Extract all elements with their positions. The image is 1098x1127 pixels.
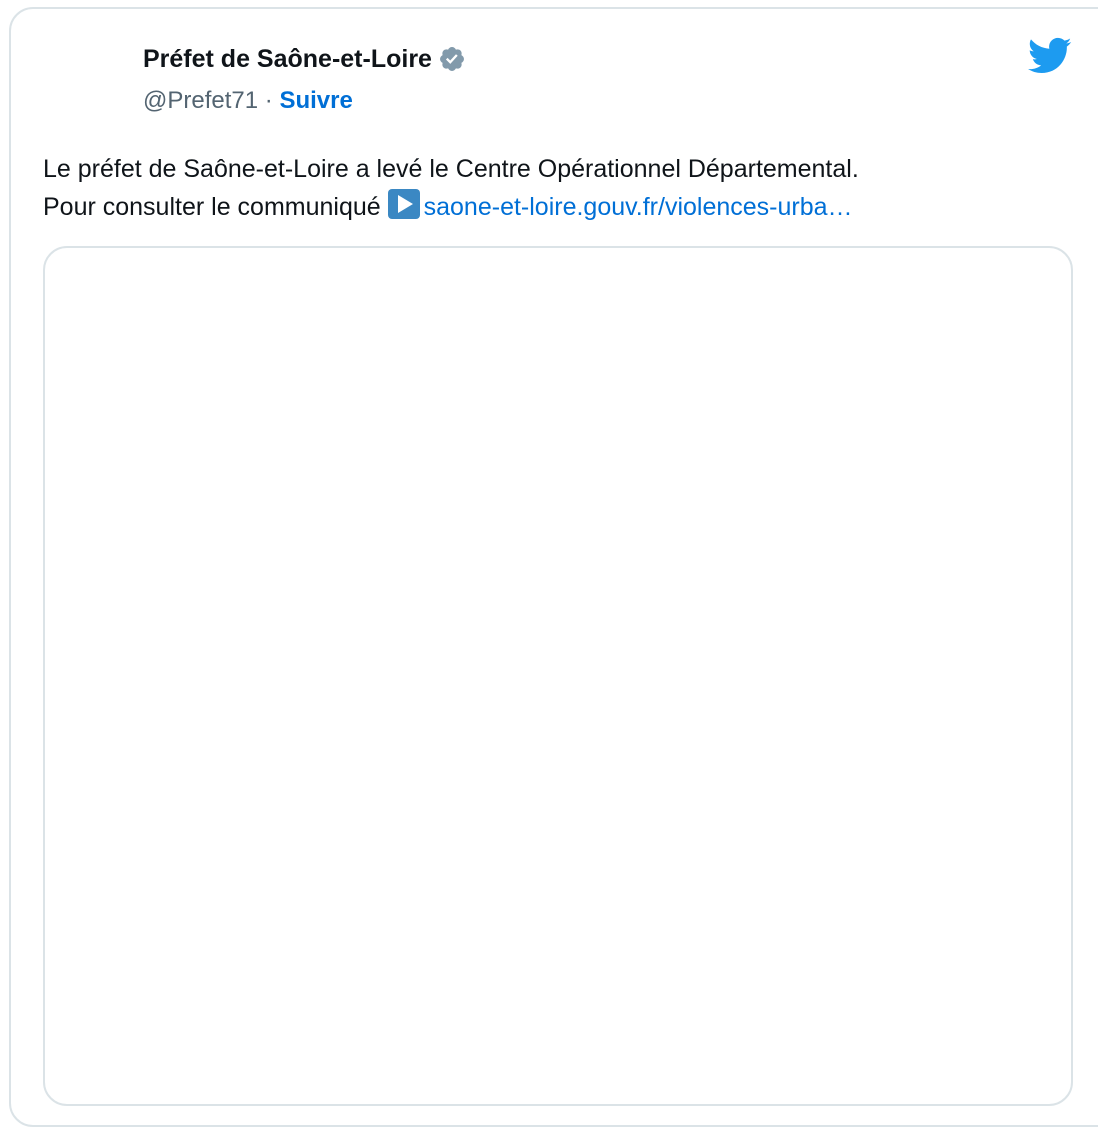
- author-name[interactable]: Préfet de Saône-et-Loire: [143, 42, 432, 76]
- tweet-link[interactable]: saone-et-loire.gouv.fr/violences-urba…: [424, 193, 853, 221]
- author-handle[interactable]: @Prefet71: [143, 87, 258, 114]
- handle-row: @Prefet71 · Suivre: [143, 84, 353, 118]
- tweet-text: Le préfet de Saône-et-Loire a levé le Ce…: [43, 150, 1073, 226]
- play-button-emoji-icon: [387, 189, 420, 219]
- follow-button[interactable]: Suivre: [279, 87, 352, 114]
- media-card[interactable]: [43, 246, 1073, 1106]
- tweet-text-line-1: Le préfet de Saône-et-Loire a levé le Ce…: [43, 155, 859, 183]
- tweet-text-line-2: Pour consulter le communiqué saone-et-lo…: [43, 188, 1073, 226]
- author-name-row: Préfet de Saône-et-Loire: [143, 42, 466, 76]
- separator-dot: ·: [264, 87, 273, 114]
- verified-badge-icon: [439, 47, 464, 71]
- twitter-bird-icon[interactable]: [1028, 37, 1072, 75]
- tweet-text-prefix: Pour consulter le communiqué: [43, 193, 381, 221]
